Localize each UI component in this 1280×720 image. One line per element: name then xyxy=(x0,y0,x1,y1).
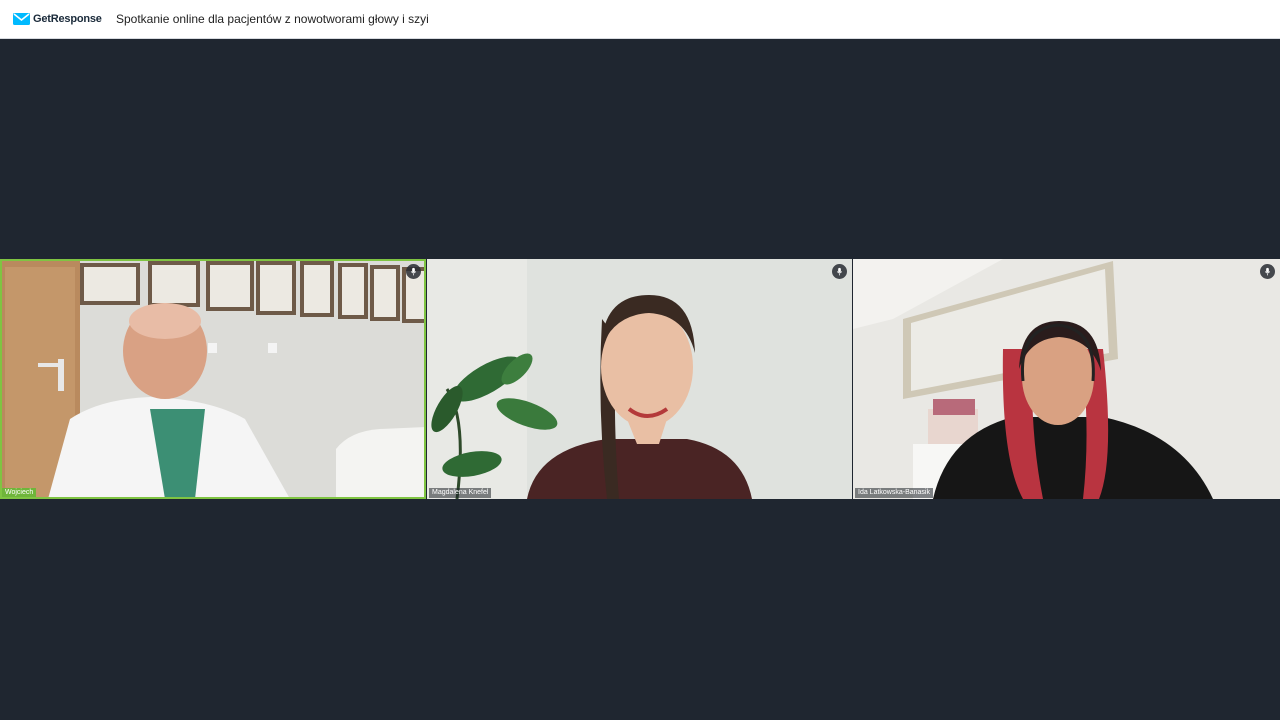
mic-status[interactable] xyxy=(832,264,847,279)
microphone-icon xyxy=(836,267,843,276)
video-feed xyxy=(0,259,426,499)
mic-status[interactable] xyxy=(1260,264,1275,279)
video-feed xyxy=(853,259,1280,499)
brand-logo: GetResponse xyxy=(13,11,102,26)
top-bar: GetResponse Spotkanie online dla pacjent… xyxy=(0,0,1280,39)
mic-status[interactable] xyxy=(406,264,421,279)
video-feed xyxy=(427,259,852,499)
brand-name: GetResponse xyxy=(33,12,102,25)
meeting-title: Spotkanie online dla pacjentów z nowotwo… xyxy=(116,12,429,26)
participant-name: Ida Latkowska-Banasik xyxy=(855,488,933,498)
participant-name: Wojciech xyxy=(2,488,37,498)
video-tile-wojciech[interactable]: Wojciech xyxy=(0,259,426,499)
microphone-icon xyxy=(410,267,417,276)
participant-name: Magdalena Knefel xyxy=(429,488,492,498)
video-tile-magdalena-knefel[interactable]: Magdalena Knefel xyxy=(427,259,852,499)
envelope-icon xyxy=(13,13,30,25)
microphone-icon xyxy=(1264,267,1271,276)
video-tile-ida-latkowska-banasik[interactable]: Ida Latkowska-Banasik xyxy=(853,259,1280,499)
